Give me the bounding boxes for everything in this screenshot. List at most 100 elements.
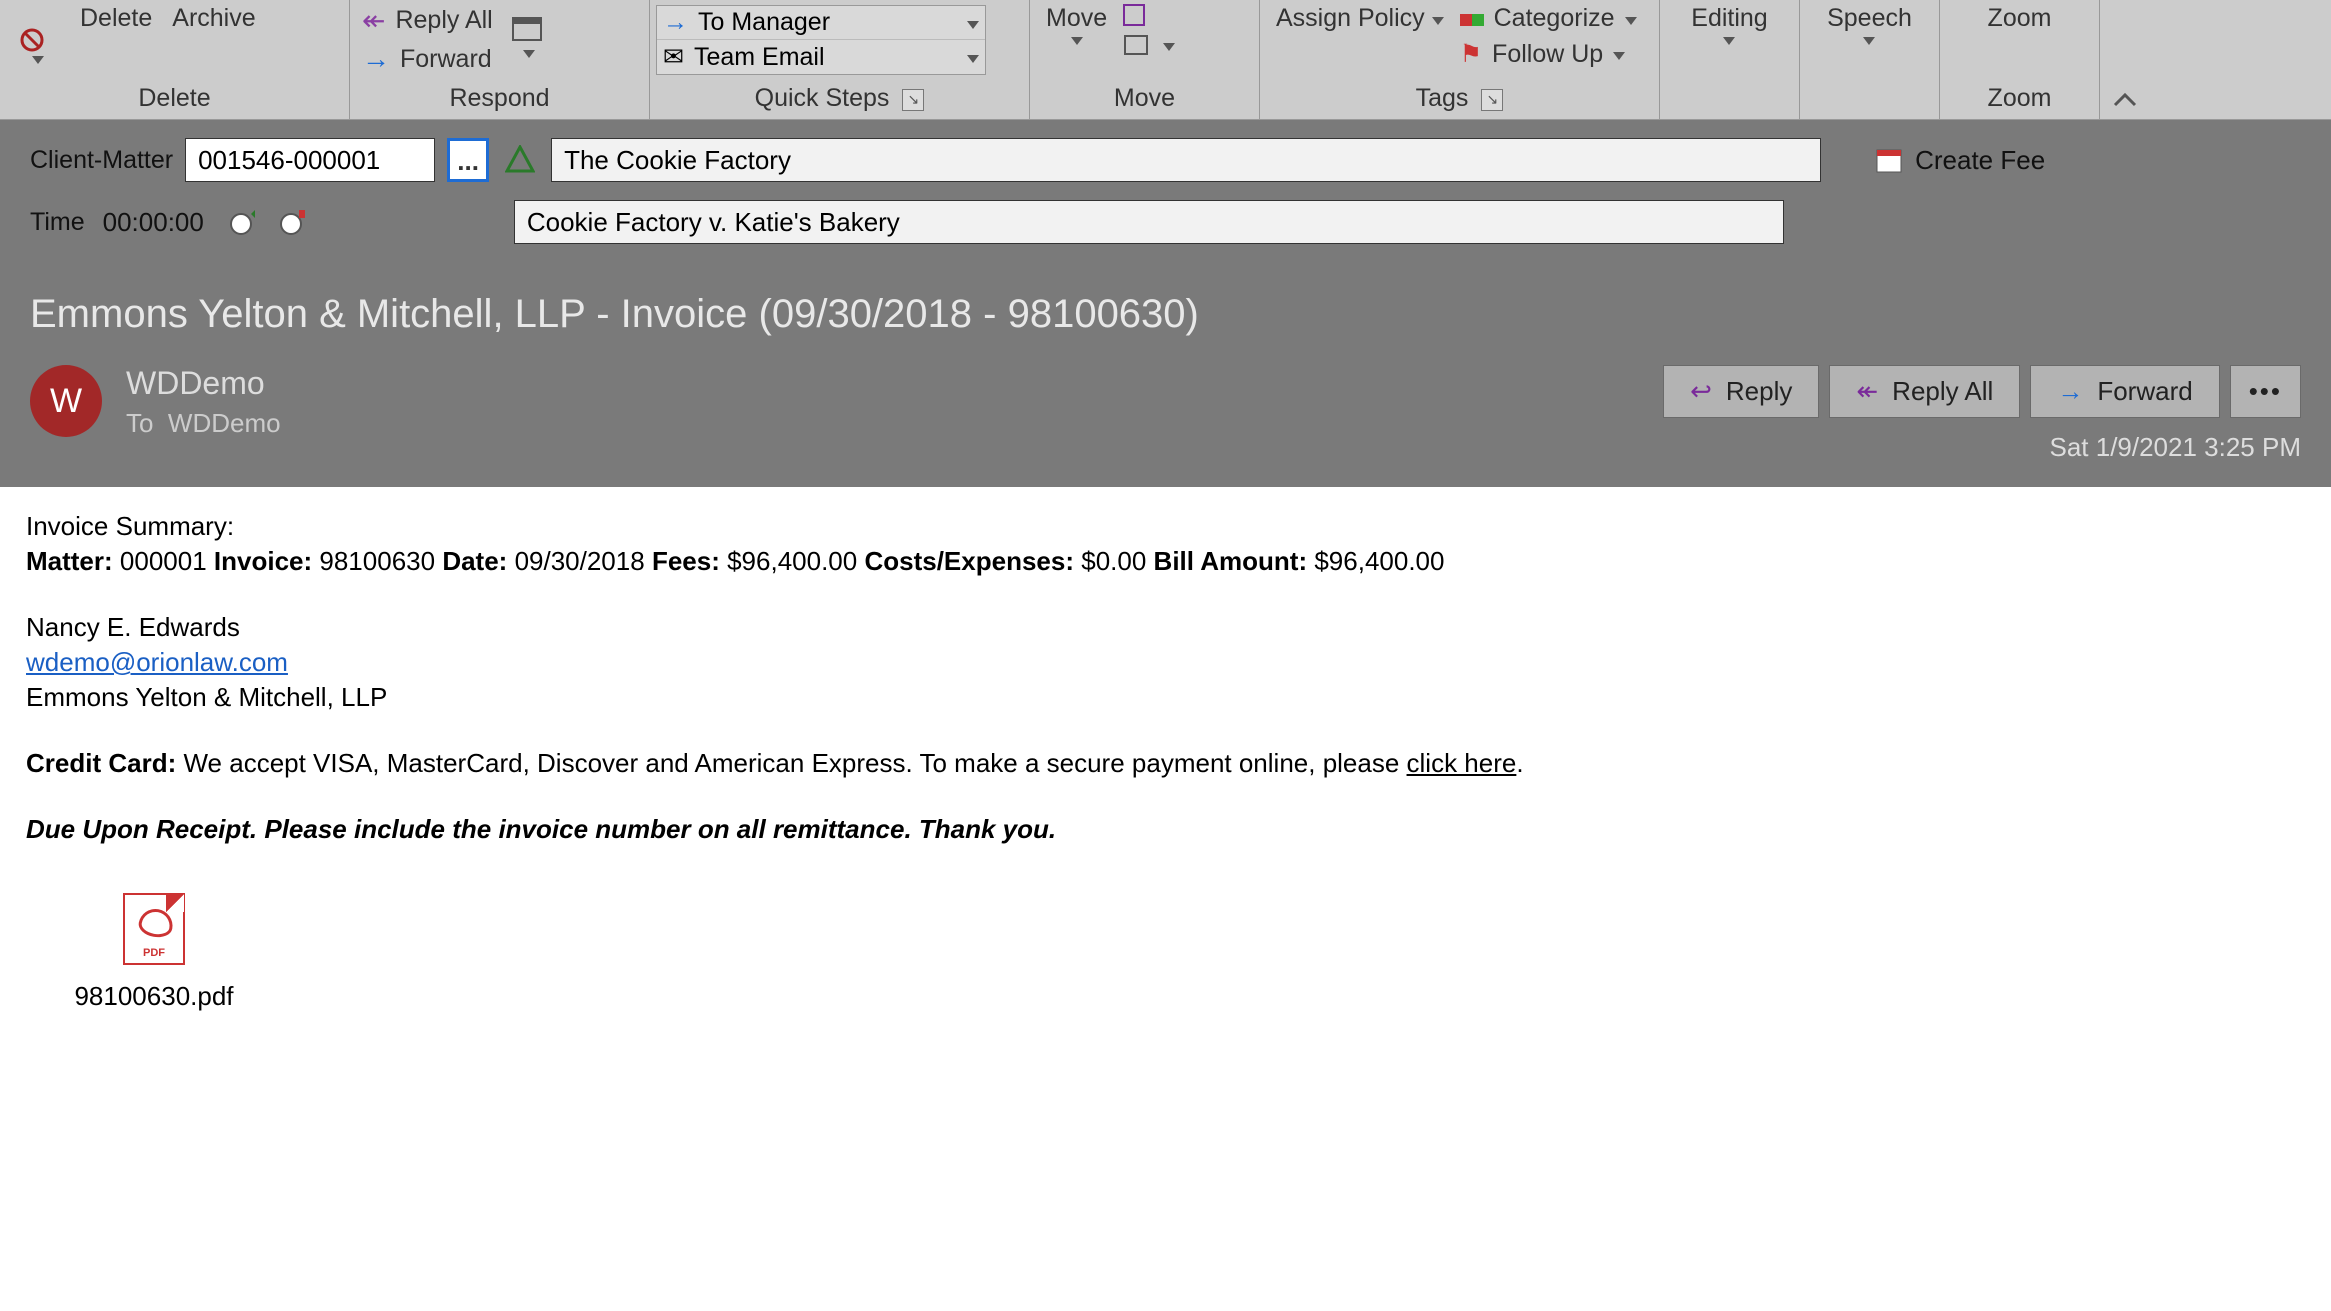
message-header-panel: Client-Matter ... Create Fee Time 00:00:… [0, 120, 2331, 487]
ribbon-group-move: Move Move [1030, 0, 1260, 119]
matter-description-input[interactable] [514, 200, 1784, 244]
ribbon-group-speech: Speech [1800, 0, 1940, 119]
signature-email-link[interactable]: wdemo@orionlaw.com [26, 647, 288, 677]
collapse-ribbon-button[interactable] [2100, 0, 2150, 119]
client-matter-browse-button[interactable]: ... [447, 138, 489, 182]
calendar-icon [1875, 144, 1903, 176]
to-line: To WDDemo [126, 408, 281, 439]
forward-button[interactable]: → Forward [362, 43, 493, 75]
reply-all-label: Reply All [1892, 376, 1993, 407]
client-name-input[interactable] [551, 138, 1821, 182]
signature-firm: Emmons Yelton & Mitchell, LLP [26, 682, 2305, 713]
ribbon-group-label-tags: Tags ↘ [1266, 80, 1653, 119]
due-upon-receipt-line: Due Upon Receipt. Please include the inv… [26, 814, 2305, 845]
ribbon-group-respond: ↞ Reply All → Forward Respond [350, 0, 650, 119]
create-fee-button[interactable]: Create Fee [1875, 144, 2045, 176]
envelope-icon: ✉ [663, 42, 684, 72]
chevron-down-icon[interactable] [967, 55, 979, 63]
client-matter-recycle-button[interactable] [501, 141, 539, 179]
client-matter-row: Client-Matter ... Create Fee [30, 138, 2301, 182]
timer-stop-button[interactable] [272, 203, 310, 241]
reply-all-label: Reply All [395, 6, 492, 35]
chevron-down-icon [1863, 37, 1875, 45]
time-label: Time [30, 208, 85, 237]
ribbon-group-label-delete: Delete [6, 80, 343, 119]
email-subject: Emmons Yelton & Mitchell, LLP - Invoice … [30, 292, 2301, 337]
forward-message-button[interactable]: → Forward [2030, 365, 2219, 418]
time-value: 00:00:00 [103, 207, 204, 238]
client-matter-label: Client-Matter [30, 146, 173, 175]
actions-button[interactable] [1123, 32, 1175, 58]
quicksteps-launcher[interactable]: ↘ [902, 89, 924, 111]
quicksteps-gallery[interactable]: →To Manager ✉ Team Email [656, 5, 986, 75]
avatar-initial: W [50, 382, 82, 421]
reply-all-icon: ↞ [362, 4, 385, 37]
onenote-icon [1123, 4, 1145, 26]
avatar: W [30, 365, 102, 437]
team-email-label: Team Email [694, 43, 825, 72]
forward-label: Forward [2097, 376, 2192, 407]
reply-all-message-button[interactable]: ↞ Reply All [1829, 365, 2020, 418]
ribbon-group-label-editing [1666, 80, 1793, 119]
chevron-down-icon [1163, 43, 1175, 51]
categorize-button[interactable]: Categorize [1460, 4, 1637, 33]
attachment-pdf[interactable]: PDF 98100630.pdf [54, 893, 254, 1012]
ignore-button[interactable] [6, 8, 70, 68]
pdf-icon: PDF [123, 893, 185, 965]
client-matter-input[interactable] [185, 138, 435, 182]
signature-name: Nancy E. Edwards [26, 612, 2305, 643]
archive-button[interactable]: Archive [162, 0, 265, 37]
timer-start-button[interactable] [222, 203, 260, 241]
ribbon-group-label-quicksteps: Quick Steps ↘ [656, 80, 1023, 119]
arrow-right-icon: → [663, 8, 688, 37]
archive-label: Archive [172, 4, 255, 33]
chevron-down-icon[interactable] [967, 21, 979, 29]
ribbon: Delete Archive Delete ↞ Reply All → Forw… [0, 0, 2331, 120]
chevron-down-icon [1613, 52, 1625, 60]
more-icon: ••• [2249, 376, 2282, 407]
editing-button[interactable]: Editing [1681, 0, 1777, 49]
assign-policy-button[interactable]: Assign Policy [1266, 0, 1454, 37]
speech-label: Speech [1827, 4, 1912, 33]
speech-button[interactable]: Speech [1817, 0, 1922, 49]
categorize-icon [1460, 4, 1484, 33]
assign-policy-label: Assign Policy [1276, 4, 1444, 33]
chevron-down-icon [1625, 17, 1637, 25]
ribbon-group-label-respond: Respond [356, 80, 643, 119]
ribbon-group-label-move: Move [1036, 80, 1253, 119]
move-button[interactable]: Move [1036, 0, 1117, 49]
reply-all-button[interactable]: ↞ Reply All [362, 4, 493, 37]
meeting-icon [509, 12, 549, 46]
respond-more-button[interactable] [499, 8, 559, 62]
chevron-down-icon [1071, 37, 1083, 45]
more-actions-button[interactable]: ••• [2230, 365, 2301, 418]
delete-button[interactable]: Delete [70, 0, 162, 37]
categorize-label: Categorize [1494, 4, 1615, 33]
chevron-down-icon [32, 56, 44, 64]
editing-label: Editing [1691, 4, 1767, 33]
email-body: Invoice Summary: Matter: 000001 Invoice:… [0, 487, 2331, 1036]
received-date: Sat 1/9/2021 3:25 PM [1663, 432, 2301, 463]
click-here-link[interactable]: click here [1407, 748, 1517, 778]
zoom-button[interactable]: Zoom [1978, 0, 2062, 37]
message-actions: ↩ Reply ↞ Reply All → Forward ••• Sat 1/… [1663, 365, 2301, 463]
forward-icon: → [2057, 376, 2083, 407]
follow-up-button[interactable]: ⚑ Follow Up [1460, 39, 1637, 69]
quickstep-to-manager[interactable]: →To Manager [657, 6, 985, 40]
email-header-row: W WDDemo To WDDemo ↩ Reply ↞ Reply All → [30, 365, 2301, 463]
forward-icon: → [362, 43, 390, 75]
actions-icon [1123, 32, 1153, 58]
ribbon-group-quicksteps: →To Manager ✉ Team Email Quick Steps ↘ [650, 0, 1030, 119]
delete-label: Delete [80, 4, 152, 33]
onenote-button[interactable] [1123, 4, 1175, 26]
zoom-label: Zoom [1988, 4, 2052, 33]
tags-launcher[interactable]: ↘ [1481, 89, 1503, 111]
ribbon-group-editing: Editing [1660, 0, 1800, 119]
forward-label: Forward [400, 45, 492, 74]
chevron-down-icon [523, 50, 535, 58]
reply-button[interactable]: ↩ Reply [1663, 365, 1819, 418]
ribbon-group-tags: Assign Policy Categorize ⚑ Follow Up Tag… [1260, 0, 1660, 119]
chevron-down-icon [1723, 37, 1735, 45]
ribbon-group-label-speech [1806, 80, 1933, 119]
quickstep-team-email[interactable]: ✉ Team Email [657, 40, 985, 74]
